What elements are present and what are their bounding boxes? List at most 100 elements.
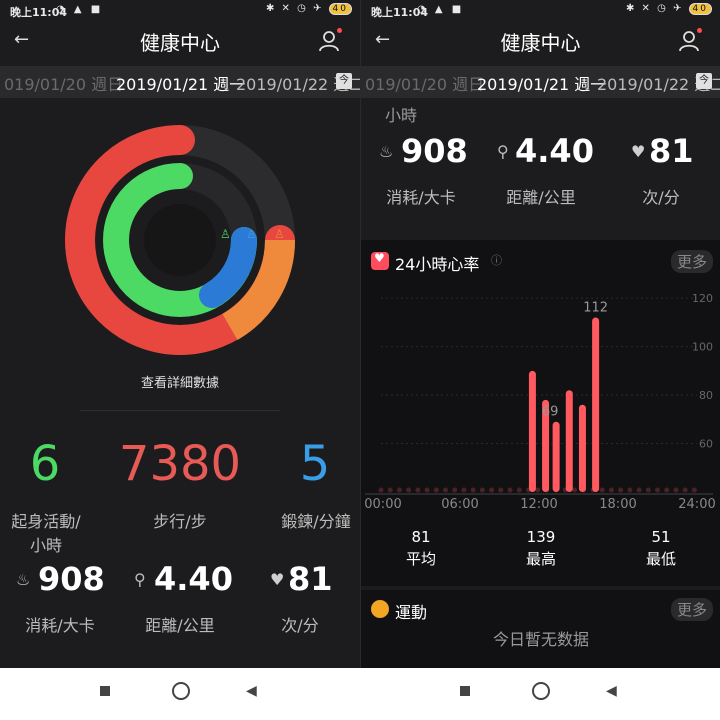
distance-value: 4.40 bbox=[154, 560, 233, 598]
calories-label: 消耗/大卡 bbox=[386, 188, 456, 207]
min-label: 最低 bbox=[645, 550, 676, 568]
page-title: 健康中心 bbox=[140, 31, 220, 55]
baseline-dot bbox=[387, 487, 393, 493]
date-selector[interactable]: 019/01/20 週日 2019/01/21 週一 2019/01/22 週二… bbox=[361, 66, 720, 98]
baseline-dot bbox=[673, 487, 679, 493]
baseline-dot bbox=[433, 487, 439, 493]
baseline-dot bbox=[627, 487, 633, 493]
x-tick-label: 12:00 bbox=[520, 497, 557, 512]
y-tick-label: 80 bbox=[699, 389, 713, 402]
baseline-dot bbox=[378, 487, 384, 493]
distance-label: 距離/公里 bbox=[145, 616, 215, 635]
stand-hours-value: 6 bbox=[29, 436, 61, 492]
date-prev[interactable]: 019/01/20 週日 bbox=[365, 71, 484, 95]
date-current[interactable]: 2019/01/21 週一 bbox=[116, 71, 245, 95]
baseline-dot bbox=[452, 487, 458, 493]
baseline-dot bbox=[396, 487, 402, 493]
heart-icon: ♥ bbox=[631, 142, 646, 161]
baseline-dot bbox=[489, 487, 495, 493]
calories-value: 908 bbox=[401, 132, 468, 170]
route-icon: ⚲ bbox=[497, 142, 509, 161]
baseline-dot bbox=[461, 487, 467, 493]
date-current[interactable]: 2019/01/21 週一 bbox=[477, 71, 606, 95]
view-details-link[interactable]: 查看詳細數據 bbox=[0, 372, 360, 391]
baseline-dot bbox=[470, 487, 476, 493]
x-tick-label: 18:00 bbox=[599, 497, 636, 512]
calories-label: 消耗/大卡 bbox=[25, 616, 95, 635]
notification-dot bbox=[337, 28, 342, 33]
baseline-dot bbox=[608, 487, 614, 493]
notification-icons: ◔ ▲ ■ bbox=[417, 4, 465, 15]
data-label: 69 bbox=[542, 405, 559, 420]
system-icons: ✱ ✕ ◷ ✈ 40 bbox=[626, 3, 712, 15]
stand-label-line1: 起身活動/ bbox=[11, 512, 81, 531]
avg-value: 81 bbox=[411, 528, 431, 546]
recents-button[interactable] bbox=[460, 686, 470, 696]
battery-icon: 40 bbox=[688, 3, 712, 15]
stand-label-line2: 小時 bbox=[29, 536, 62, 555]
right-screen: 晚上11:04 ◔ ▲ ■ ✱ ✕ ◷ ✈ 40 ← 健康中心 019/01/2… bbox=[360, 0, 720, 668]
route-icon: ⚲ bbox=[134, 570, 146, 589]
battery-icon: 40 bbox=[328, 3, 352, 15]
status-bar: 晚上11:04 ◔ ▲ ■ ✱ ✕ ◷ ✈ 40 bbox=[0, 0, 360, 22]
exercise-card: 運動 更多 今日暫无数据 bbox=[361, 590, 720, 668]
baseline-dot bbox=[424, 487, 430, 493]
baseline-dot bbox=[479, 487, 485, 493]
home-button[interactable] bbox=[532, 682, 550, 700]
x-tick-label: 06:00 bbox=[441, 497, 478, 512]
exercise-badge-icon bbox=[371, 600, 389, 618]
baseline-dot bbox=[535, 487, 541, 493]
heart-rate-bar bbox=[565, 390, 573, 492]
recents-button[interactable] bbox=[100, 686, 110, 696]
baseline-dot bbox=[507, 487, 513, 493]
home-button[interactable] bbox=[172, 682, 190, 700]
heart-rate-bar bbox=[592, 317, 600, 492]
heart-rate-bar bbox=[528, 370, 536, 492]
top-nav: ← 健康中心 bbox=[361, 22, 720, 62]
back-button[interactable]: ◀ bbox=[246, 683, 257, 699]
heart-rate-value: 81 bbox=[649, 132, 694, 170]
calendar-icon[interactable]: 今 bbox=[696, 73, 712, 89]
heart-glyph-icon: ♥ bbox=[374, 251, 385, 265]
walk-figure-icon: ♙ bbox=[274, 227, 285, 241]
calories-value: 908 bbox=[38, 560, 105, 598]
heart-rate-label: 次/分 bbox=[642, 188, 680, 207]
back-button[interactable]: ◀ bbox=[606, 683, 617, 699]
baseline-dot bbox=[645, 487, 651, 493]
flame-icon: ♨ bbox=[16, 570, 31, 589]
flame-icon: ♨ bbox=[379, 142, 394, 161]
distance-value: 4.40 bbox=[515, 132, 594, 170]
y-tick-label: 100 bbox=[692, 341, 713, 354]
min-value: 51 bbox=[651, 528, 671, 546]
left-screen: 晚上11:04 ◔ ▲ ■ ✱ ✕ ◷ ✈ 40 ← 健康中心 019/01/2… bbox=[0, 0, 360, 668]
x-tick-label: 24:00 bbox=[678, 497, 715, 512]
avg-label: 平均 bbox=[405, 550, 436, 568]
baseline-dot bbox=[599, 487, 605, 493]
max-label: 最高 bbox=[525, 550, 556, 568]
system-nav-bar: ◀ ◀ bbox=[0, 668, 720, 720]
exercise-figure-icon: ♙ bbox=[246, 227, 257, 241]
max-value: 139 bbox=[526, 528, 556, 546]
baseline-dot bbox=[664, 487, 670, 493]
calendar-icon[interactable]: 今 bbox=[336, 73, 352, 89]
exercise-label: 鍛鍊/分鐘 bbox=[281, 512, 351, 531]
y-tick-label: 120 bbox=[692, 292, 713, 305]
status-bar: 晚上11:04 ◔ ▲ ■ ✱ ✕ ◷ ✈ 40 bbox=[361, 0, 720, 22]
heart-rate-bar bbox=[552, 421, 560, 492]
exercise-more-button[interactable]: 更多 bbox=[670, 598, 713, 621]
heart-rate-chart[interactable]: 120 100 80 60 112 69 00:00 06:00 12:00 18:00 24:00 bbox=[361, 276, 720, 516]
info-icon[interactable]: ⓘ bbox=[491, 252, 502, 268]
baseline-dot bbox=[443, 487, 449, 493]
baseline-dot bbox=[572, 487, 578, 493]
heart-rate-value: 81 bbox=[288, 560, 333, 598]
exercise-title: 運動 bbox=[395, 603, 428, 622]
distance-label: 距離/公里 bbox=[506, 188, 576, 207]
activity-rings[interactable]: ♙ ♙ ♙ bbox=[60, 120, 300, 360]
heart-rate-bar bbox=[578, 404, 586, 492]
stand-label-tail: 小時 bbox=[385, 106, 418, 125]
date-selector[interactable]: 019/01/20 週日 2019/01/21 週一 2019/01/22 週二… bbox=[0, 66, 360, 98]
date-prev[interactable]: 019/01/20 週日 bbox=[4, 71, 123, 95]
baseline-dot bbox=[406, 487, 412, 493]
heart-rate-label: 次/分 bbox=[281, 616, 319, 635]
heart-more-button[interactable]: 更多 bbox=[670, 250, 713, 273]
